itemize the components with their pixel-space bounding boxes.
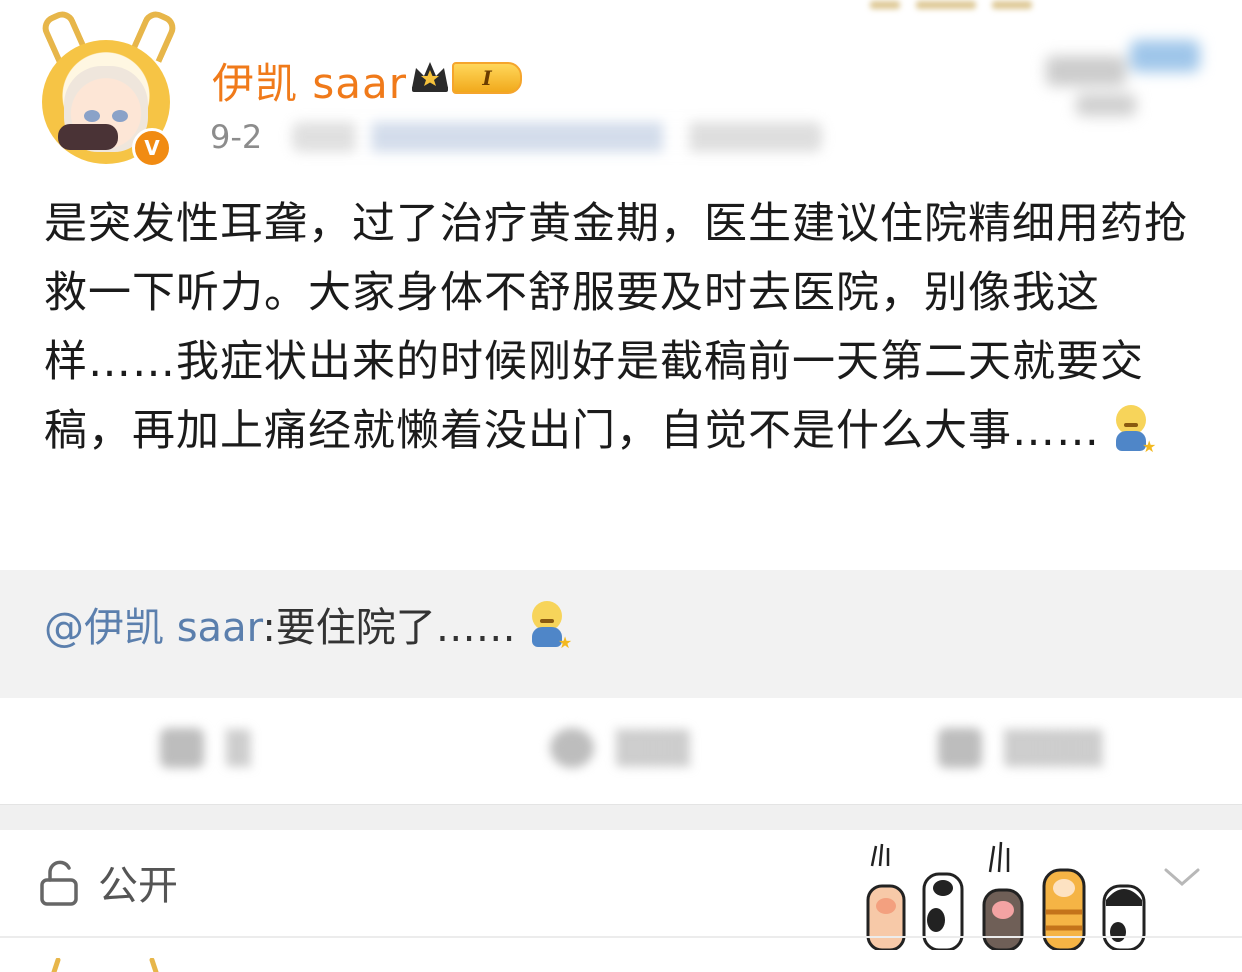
repost-text: :要住院了…… <box>262 605 516 651</box>
blurred-text <box>1076 94 1136 116</box>
sad-kneeling-emoji-icon: ★ <box>526 601 572 651</box>
avatar-eye <box>112 110 128 122</box>
repost-button[interactable]: ▒ <box>160 728 251 774</box>
bottom-divider <box>0 936 1242 938</box>
follow-button-blurred[interactable] <box>1130 40 1200 72</box>
paw-3 <box>982 841 1024 950</box>
post-date: 9-2 <box>210 118 263 156</box>
crown-icon <box>412 62 448 92</box>
lock-open-icon <box>40 860 78 906</box>
avatar-eye <box>84 110 100 122</box>
paw-4 <box>1042 868 1086 950</box>
comment-count-blurred: ▒▒▒ <box>616 729 690 767</box>
repost-icon <box>160 728 204 768</box>
follow-area-blurred[interactable] <box>1040 40 1200 120</box>
verified-badge-icon: V <box>132 128 172 168</box>
post-text: 是突发性耳聋，过了治疗黄金期，医生建议住院精细用药抢救一下听力。大家身体不舒服要… <box>44 199 1188 456</box>
chevron-down-icon[interactable] <box>1162 862 1202 892</box>
repost-content: @伊凯 saar:要住院了…… ★ <box>44 596 572 660</box>
avatar-scarf <box>58 124 118 150</box>
visibility-label: 公开 <box>98 863 178 909</box>
comment-icon <box>550 728 594 768</box>
thumbs-up-icon <box>938 728 982 768</box>
sad-kneeling-emoji-icon: ★ <box>1110 405 1156 455</box>
like-count-blurred: ▒▒▒▒ <box>1004 729 1103 767</box>
top-status-fragment <box>870 0 1170 9</box>
action-bar: ▒ ▒▒▒ ▒▒▒▒ <box>0 700 1242 804</box>
paw-1 <box>866 843 906 950</box>
username[interactable]: 伊凯 saar <box>212 50 407 111</box>
cat-paws-sticker <box>866 841 1146 950</box>
repost-count-blurred: ▒ <box>226 729 251 767</box>
section-divider <box>0 804 1242 831</box>
post-content: 是突发性耳聋，过了治疗黄金期，医生建议住院精细用药抢救一下听力。大家身体不舒服要… <box>44 190 1204 466</box>
mention-link[interactable]: @伊凯 saar <box>44 605 262 651</box>
level-badge: I <box>452 62 522 94</box>
paw-2 <box>922 872 964 950</box>
blurred-text <box>1046 56 1126 86</box>
like-button[interactable]: ▒▒▒▒ <box>938 728 1102 774</box>
visibility-row[interactable]: 公开 <box>0 830 1242 950</box>
post-source-blurred <box>292 122 822 152</box>
comment-button[interactable]: ▒▒▒ <box>550 728 690 774</box>
paw-5 <box>1102 884 1146 950</box>
